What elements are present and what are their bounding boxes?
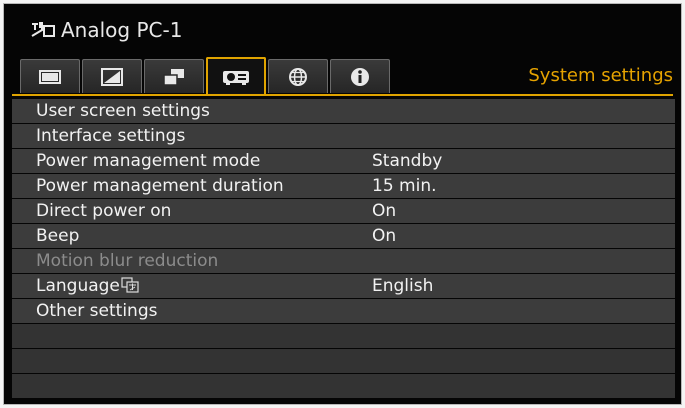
menu-item-beep[interactable]: Beep On — [12, 224, 675, 248]
language-icon — [121, 277, 139, 293]
menu-item-label: Other settings — [36, 301, 158, 321]
menu-item-label: Interface settings — [36, 126, 186, 146]
menu-item-label: User screen settings — [36, 101, 210, 121]
menu-item-power-management-mode[interactable]: Power management mode Standby — [12, 149, 675, 173]
tab-image-adjust[interactable] — [82, 59, 142, 93]
projector-icon — [223, 70, 249, 85]
screen-icon — [39, 69, 61, 84]
menu-item-value: Standby — [372, 151, 443, 171]
menu-item-value: On — [372, 201, 397, 221]
menu-item-label-group: Language — [36, 274, 139, 298]
menu-item-label: Power management mode — [36, 151, 261, 171]
tab-screen[interactable] — [20, 59, 80, 93]
section-title: System settings — [528, 65, 673, 86]
menu-item-other-settings[interactable]: Other settings — [12, 299, 675, 323]
menu-item-value: On — [372, 226, 397, 246]
projector-menu: Analog PC-1 System settings User screen … — [3, 3, 682, 405]
menu-item-value: English — [372, 276, 434, 296]
menu-item-power-management-duration[interactable]: Power management duration 15 min. — [12, 174, 675, 198]
display-layout-icon — [163, 68, 184, 86]
system-settings-menu: User screen settings Interface settings … — [12, 99, 675, 399]
tab-divider — [12, 94, 673, 96]
globe-icon — [289, 67, 307, 86]
empty-row — [12, 349, 675, 373]
info-icon — [351, 67, 369, 86]
menu-item-language[interactable]: Language English — [12, 274, 675, 298]
tab-network[interactable] — [268, 59, 328, 93]
menu-item-label: Power management duration — [36, 176, 284, 196]
menu-item-user-screen-settings[interactable]: User screen settings — [12, 99, 675, 123]
tab-information[interactable] — [330, 59, 390, 93]
menu-item-label: Beep — [36, 226, 80, 246]
analog-pc-input-icon — [31, 22, 55, 37]
menu-item-label: Language — [36, 276, 120, 296]
menu-item-interface-settings[interactable]: Interface settings — [12, 124, 675, 148]
menu-item-motion-blur-reduction: Motion blur reduction — [12, 249, 675, 273]
menu-item-label: Motion blur reduction — [36, 251, 219, 271]
image-adjust-icon — [101, 67, 123, 86]
empty-row — [12, 324, 675, 348]
input-source: Analog PC-1 — [30, 18, 182, 42]
tab-system[interactable] — [206, 57, 266, 94]
empty-row — [12, 374, 675, 398]
menu-item-value: 15 min. — [372, 176, 437, 196]
menu-tabs — [20, 57, 392, 95]
menu-item-label: Direct power on — [36, 201, 172, 221]
tab-display-layout[interactable] — [144, 59, 204, 93]
menu-item-direct-power-on[interactable]: Direct power on On — [12, 199, 675, 223]
input-source-label: Analog PC-1 — [61, 18, 183, 42]
